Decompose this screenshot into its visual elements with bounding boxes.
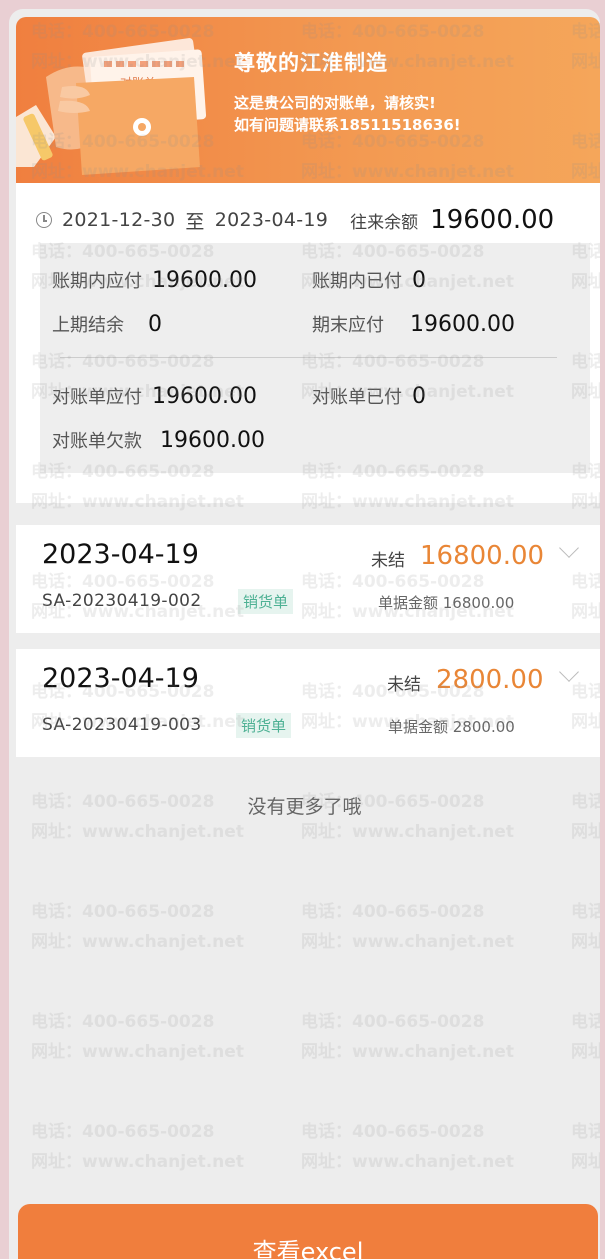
watermark-site: 网址：www.chanjet.net: [31, 1152, 244, 1172]
period-payable-value: 19600.00: [152, 268, 257, 293]
view-excel-button[interactable]: 查看excel: [18, 1204, 598, 1259]
date-range-row[interactable]: 2021-12-30 至 2023-04-19 往来余额 19600.00: [36, 205, 596, 235]
watermark-site: 网址：www.chanjet.net: [31, 1042, 244, 1062]
watermark-text: 电话：400-665-0028 网址：www.chanjet.net: [571, 1007, 600, 1067]
period-payable: 账期内应付 19600.00: [52, 267, 257, 293]
end-payable-label: 期末应付: [312, 315, 384, 336]
list-item[interactable]: 2023-04-19 未结 2800.00 SA-20230419-003 销货…: [16, 649, 600, 757]
doc-type-tag: 销货单: [238, 589, 294, 614]
watermark-text: 电话：400-665-0028 网址：www.chanjet.net: [571, 1117, 600, 1177]
watermark-text: 电话：400-665-0028 网址：www.chanjet.net: [301, 897, 514, 957]
list-item[interactable]: 2023-04-19 未结 16800.00 SA-20230419-002 销…: [16, 525, 600, 633]
prev-balance-value: 0: [148, 312, 162, 337]
statement-illustration: 对账单: [16, 38, 207, 175]
watermark-phone: 电话：400-665-0028: [571, 1122, 600, 1142]
item-doc-number: SA-20230419-002: [42, 591, 202, 611]
watermark-site: 网址：www.chanjet.net: [571, 1152, 600, 1172]
watermark-phone: 电话：400-665-0028: [571, 902, 600, 922]
statement-paid-label: 对账单已付: [312, 387, 402, 408]
statement-owed-value: 19600.00: [160, 428, 265, 453]
statement-owed: 对账单欠款 19600.00: [52, 427, 265, 453]
doc-type-tag: 销货单: [236, 713, 292, 738]
item-doc-number: SA-20230419-003: [42, 715, 202, 735]
banner-title: 尊敬的江淮制造: [234, 51, 388, 75]
item-amount: 16800.00: [420, 541, 545, 571]
end-payable: 期末应付 19600.00: [312, 311, 515, 337]
watermark-phone: 电话：400-665-0028: [301, 1122, 485, 1142]
watermark-site: 网址：www.chanjet.net: [571, 1042, 600, 1062]
watermark-text: 电话：400-665-0028 网址：www.chanjet.net: [31, 897, 244, 957]
item-amount: 2800.00: [436, 665, 544, 695]
stats-divider: [60, 357, 557, 358]
item-doc-amount: 单据金额 16800.00: [378, 594, 515, 612]
statement-stats: 账期内应付 19600.00 账期内已付 0 上期结余 0 期末应付 19600…: [40, 243, 590, 473]
summary-card: 2021-12-30 至 2023-04-19 往来余额 19600.00 账期…: [16, 183, 600, 503]
statement-payable: 对账单应付 19600.00: [52, 383, 257, 409]
range-separator: 至: [185, 210, 205, 233]
item-status: 未结: [387, 675, 421, 695]
statement-payable-label: 对账单应付: [52, 387, 142, 408]
watermark-phone: 电话：400-665-0028: [31, 1012, 215, 1032]
banner-notice: 这是贵公司的对账单，请核实!: [234, 94, 436, 112]
period-paid-value: 0: [412, 268, 426, 293]
watermark-site: 网址：www.chanjet.net: [571, 932, 600, 952]
start-date: 2021-12-30: [62, 209, 176, 231]
prev-balance-label: 上期结余: [52, 315, 124, 336]
watermark-text: 电话：400-665-0028 网址：www.chanjet.net: [31, 1007, 244, 1067]
statement-payable-value: 19600.00: [152, 384, 257, 409]
watermark-text: 电话：400-665-0028 网址：www.chanjet.net: [301, 1117, 514, 1177]
watermark-phone: 电话：400-665-0028: [301, 902, 485, 922]
balance-label: 往来余额: [350, 212, 419, 233]
watermark-phone: 电话：400-665-0028: [31, 1122, 215, 1142]
statement-paid-value: 0: [412, 384, 426, 409]
watermark-text: 电话：400-665-0028 网址：www.chanjet.net: [31, 1117, 244, 1177]
item-doc-amount: 单据金额 2800.00: [388, 718, 515, 736]
phone-frame: 对账单 尊敬的江淮制造 这是贵公司的对账单，请核实! 如有问题请联系185115…: [9, 9, 600, 1259]
end-date: 2023-04-19: [214, 209, 329, 231]
clock-icon: [36, 212, 52, 228]
watermark-text: 电话：400-665-0028 网址：www.chanjet.net: [301, 1007, 514, 1067]
chevron-down-icon[interactable]: [559, 538, 579, 558]
watermark-phone: 电话：400-665-0028: [301, 1012, 485, 1032]
watermark-site: 网址：www.chanjet.net: [31, 932, 244, 952]
period-payable-label: 账期内应付: [52, 271, 142, 292]
statement-owed-label: 对账单欠款: [52, 431, 142, 452]
chevron-down-icon[interactable]: [559, 662, 579, 682]
watermark-site: 网址：www.chanjet.net: [301, 932, 514, 952]
watermark-site: 网址：www.chanjet.net: [571, 822, 600, 842]
no-more-text: 没有更多了哦: [247, 796, 362, 818]
end-payable-value: 19600.00: [410, 312, 515, 337]
watermark-site: 网址：www.chanjet.net: [301, 822, 514, 842]
watermark-site: 网址：www.chanjet.net: [301, 1152, 514, 1172]
prev-balance: 上期结余 0: [52, 311, 162, 337]
watermark-phone: 电话：400-665-0028: [31, 902, 215, 922]
statement-banner: 对账单 尊敬的江淮制造 这是贵公司的对账单，请核实! 如有问题请联系185115…: [16, 17, 600, 183]
balance-value: 19600.00: [430, 205, 555, 235]
item-date: 2023-04-19: [42, 539, 199, 570]
banner-contact: 如有问题请联系18511518636!: [234, 116, 461, 134]
period-paid: 账期内已付 0: [312, 267, 426, 293]
period-paid-label: 账期内已付: [312, 271, 402, 292]
watermark-site: 网址：www.chanjet.net: [31, 822, 244, 842]
watermark-phone: 电话：400-665-0028: [571, 1012, 600, 1032]
item-date: 2023-04-19: [42, 663, 199, 694]
watermark-text: 电话：400-665-0028 网址：www.chanjet.net: [571, 897, 600, 957]
statement-paid: 对账单已付 0: [312, 383, 426, 409]
item-status: 未结: [371, 551, 405, 571]
watermark-site: 网址：www.chanjet.net: [301, 1042, 514, 1062]
